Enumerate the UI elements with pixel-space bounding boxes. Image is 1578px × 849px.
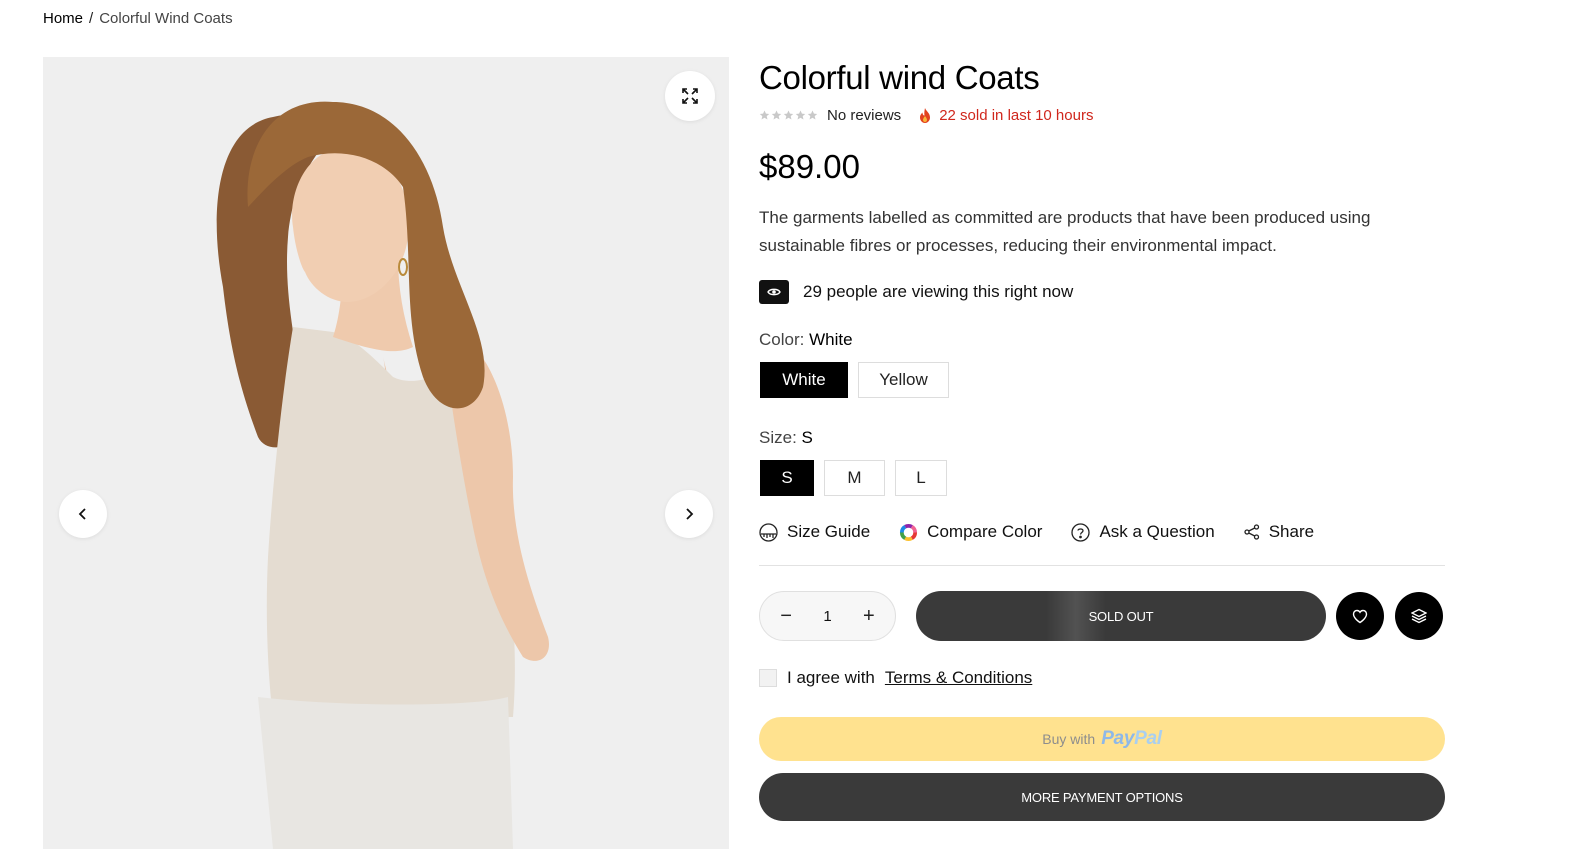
- product-price: $89.00: [759, 148, 860, 185]
- color-selected-value: White: [809, 330, 853, 349]
- paypal-logo-pay: Pay: [1101, 728, 1135, 749]
- product-meta: No reviews 22 sold in last 10 hours: [759, 107, 1445, 124]
- size-label: Size: S: [759, 428, 1445, 448]
- product-photo: [43, 57, 729, 849]
- share-link[interactable]: Share: [1244, 522, 1314, 542]
- size-options: S M L: [760, 460, 1445, 496]
- sold-out-button[interactable]: SOLD OUT: [916, 591, 1326, 641]
- breadcrumb-home-link[interactable]: Home: [43, 10, 83, 27]
- size-option-l[interactable]: L: [895, 460, 947, 496]
- sold-indicator: 22 sold in last 10 hours: [919, 107, 1093, 124]
- agree-text: I agree with: [787, 668, 875, 687]
- compare-color-link[interactable]: Compare Color: [899, 522, 1042, 542]
- product-gallery: [43, 57, 729, 849]
- star-icon: [795, 110, 806, 120]
- product-description: The garments labelled as committed are p…: [759, 208, 1371, 255]
- terms-link[interactable]: Terms & Conditions: [885, 668, 1032, 688]
- size-option-m[interactable]: M: [824, 460, 885, 496]
- color-label-text: Color:: [759, 330, 805, 349]
- sold-text: 22 sold in last 10 hours: [939, 107, 1094, 124]
- star-icon: [783, 110, 794, 120]
- star-icon: [771, 110, 782, 120]
- size-guide-label: Size Guide: [787, 522, 871, 541]
- quantity-stepper: − 1 +: [759, 591, 896, 641]
- breadcrumb-separator: /: [89, 10, 94, 27]
- star-icon: [807, 110, 818, 120]
- viewing-now: 29 people are viewing this right now: [759, 280, 1445, 304]
- divider: [759, 565, 1445, 566]
- paypal-logo: PayPal: [1101, 728, 1162, 750]
- quantity-value[interactable]: 1: [823, 608, 831, 625]
- product-info: Colorful wind Coats No reviews 22 sold i…: [759, 57, 1445, 821]
- paypal-button[interactable]: Buy with PayPal: [759, 717, 1445, 761]
- share-label: Share: [1268, 522, 1315, 541]
- color-options: White Yellow: [760, 362, 1445, 398]
- compare-color-label: Compare Color: [927, 522, 1043, 541]
- viewing-text: 29 people are viewing this right now: [803, 282, 1074, 301]
- wishlist-button[interactable]: [1336, 592, 1384, 640]
- size-guide-link[interactable]: Size Guide: [759, 522, 870, 542]
- heart-icon: [1352, 609, 1368, 623]
- size-option-s[interactable]: S: [760, 460, 814, 496]
- color-wheel-icon: [900, 523, 918, 541]
- expand-icon: [682, 88, 698, 104]
- fire-icon: [920, 108, 931, 123]
- breadcrumb: Home / Colorful Wind Coats: [43, 10, 233, 27]
- next-image-button[interactable]: [665, 490, 713, 538]
- more-payment-options-button[interactable]: MORE PAYMENT OPTIONS: [759, 773, 1445, 821]
- chevron-right-icon: [686, 508, 694, 520]
- breadcrumb-current: Colorful Wind Coats: [99, 10, 233, 27]
- product-title: Colorful wind Coats: [759, 59, 1040, 96]
- prev-image-button[interactable]: [59, 490, 107, 538]
- color-option-yellow[interactable]: Yellow: [858, 362, 949, 398]
- terms-checkbox[interactable]: [759, 669, 777, 687]
- question-icon: [1071, 522, 1091, 542]
- share-icon: [1244, 524, 1259, 540]
- ask-question-label: Ask a Question: [1099, 522, 1215, 541]
- color-label: Color: White: [759, 330, 1445, 350]
- color-option-white[interactable]: White: [760, 362, 848, 398]
- size-selected-value: S: [801, 428, 813, 447]
- product-actions-links: Size Guide Compare Color Ask a Question …: [759, 522, 1445, 542]
- quantity-increase-button[interactable]: +: [854, 605, 884, 628]
- reviews-count: No reviews: [827, 107, 902, 124]
- terms-agreement: I agree with Terms & Conditions: [759, 668, 1445, 688]
- ruler-icon: [759, 522, 778, 542]
- layers-icon: [1411, 608, 1427, 624]
- ask-question-link[interactable]: Ask a Question: [1071, 522, 1215, 542]
- expand-image-button[interactable]: [665, 71, 715, 121]
- rating-stars[interactable]: [759, 110, 818, 121]
- star-icon: [759, 110, 770, 120]
- paypal-logo-pal: Pal: [1134, 728, 1162, 749]
- button-sheen: [1046, 591, 1106, 641]
- quantity-decrease-button[interactable]: −: [771, 605, 801, 628]
- compare-button[interactable]: [1395, 592, 1443, 640]
- eye-icon: [759, 280, 789, 304]
- size-label-text: Size:: [759, 428, 797, 447]
- purchase-row: − 1 + SOLD OUT: [759, 591, 1445, 641]
- buy-with-text: Buy with: [1042, 731, 1096, 747]
- chevron-left-icon: [78, 508, 86, 520]
